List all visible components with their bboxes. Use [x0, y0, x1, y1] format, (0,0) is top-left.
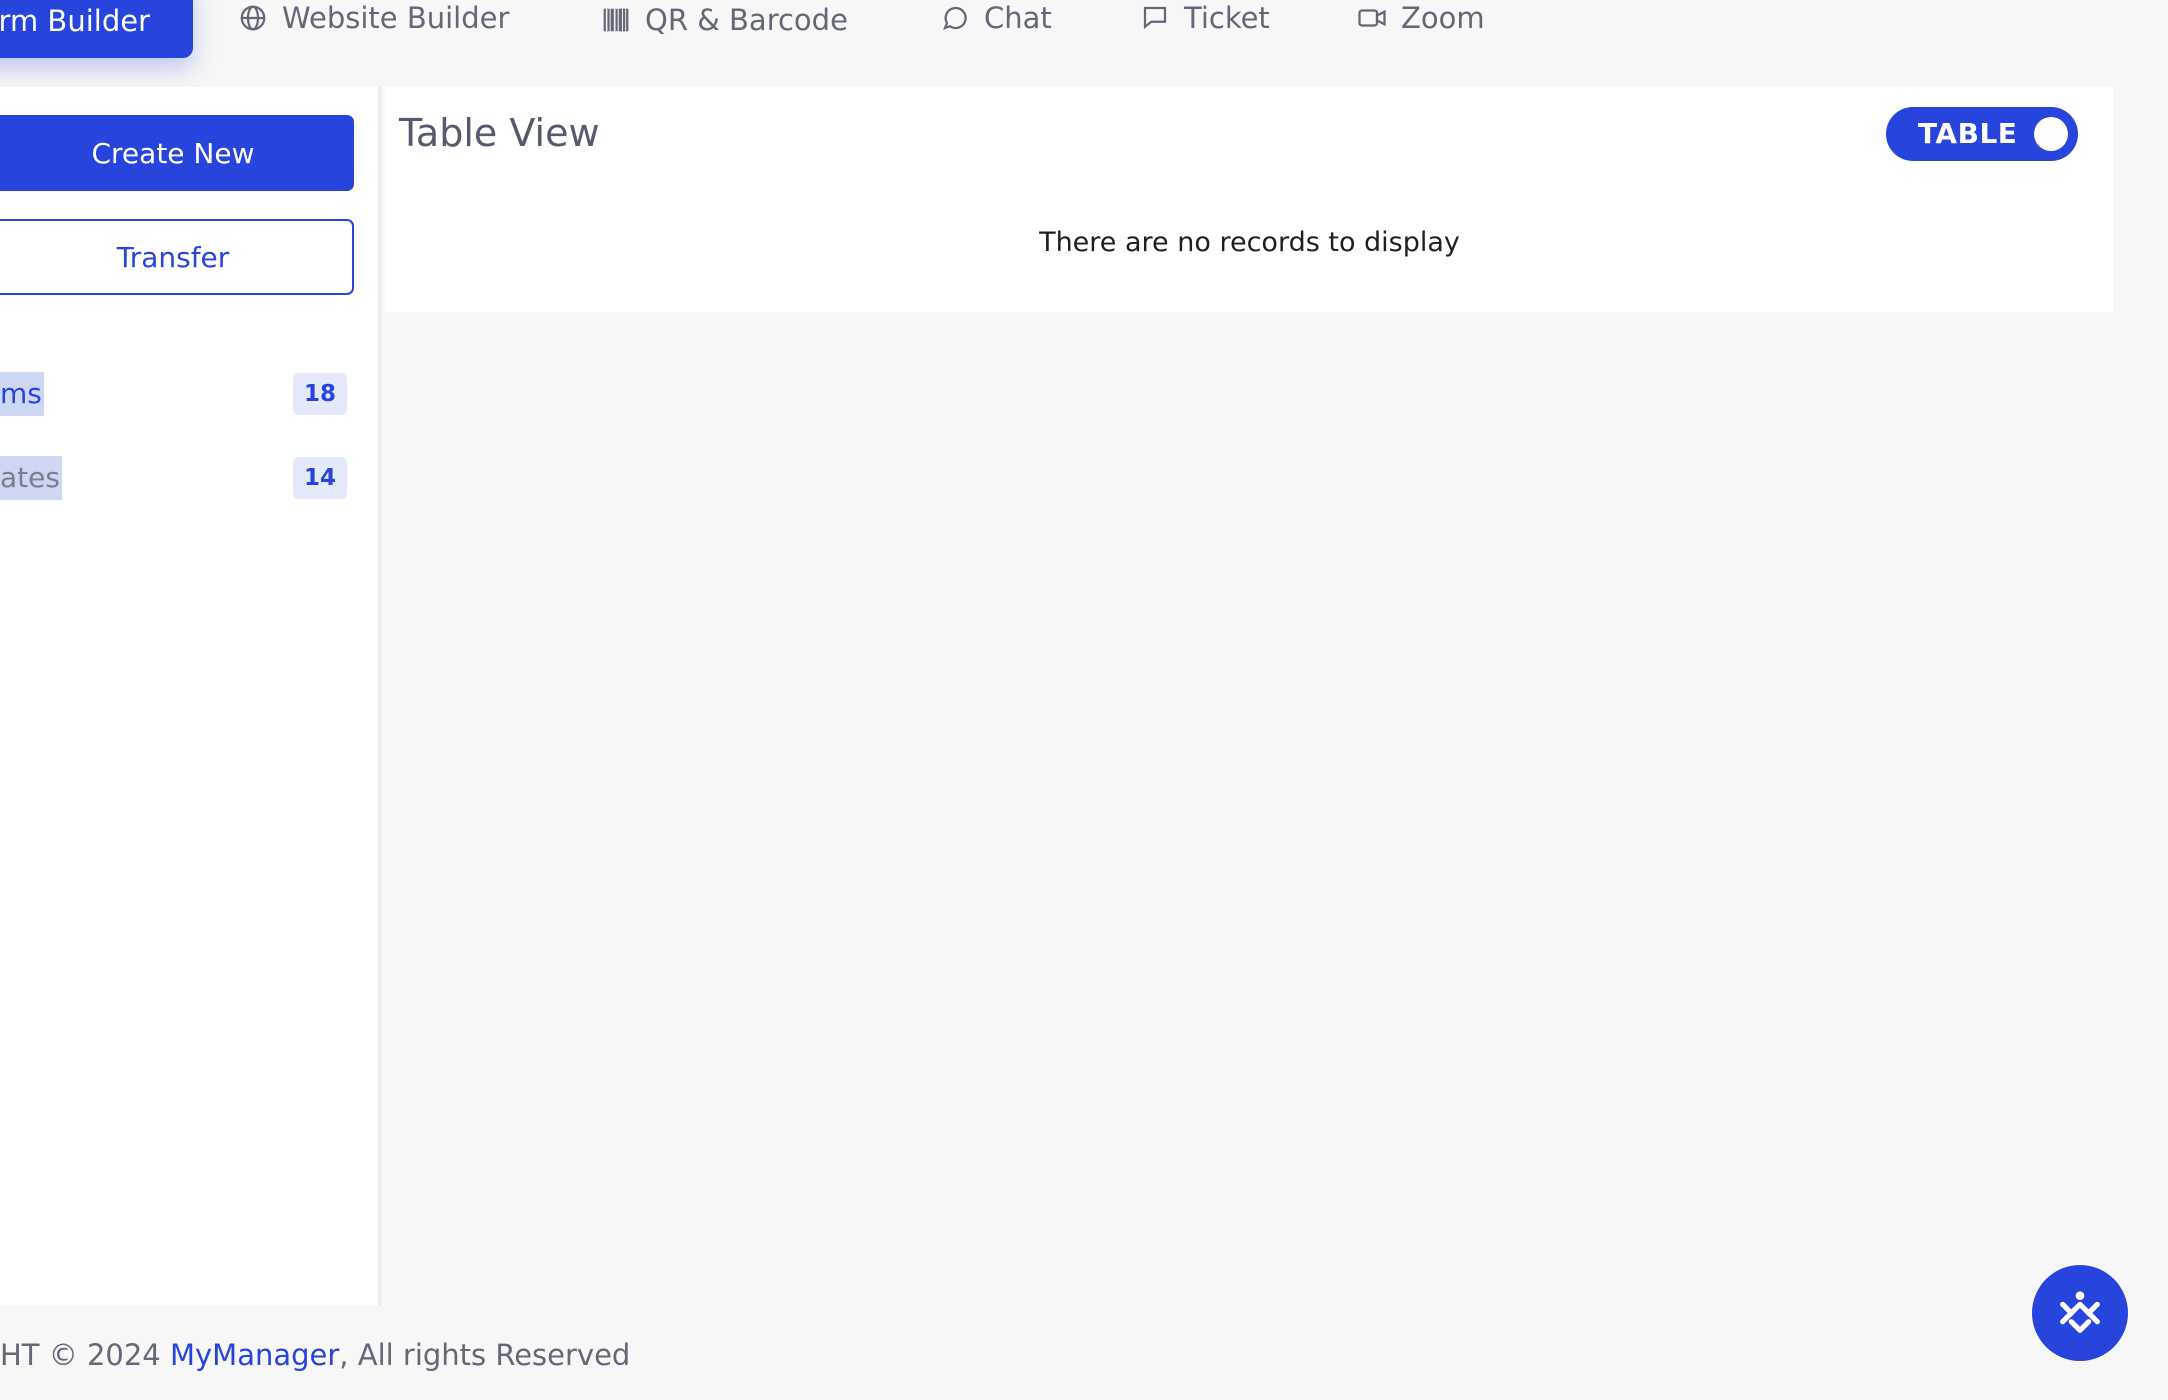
page-title: Table View — [399, 111, 600, 155]
empty-state-message: There are no records to display — [1039, 227, 1460, 258]
count-badge: 14 — [293, 457, 347, 499]
footer: HT © 2024 MyManager, All rights Reserved — [0, 1338, 630, 1378]
nav-item-label: Zoom — [1401, 1, 1485, 35]
table-view-card: Table View TABLE There are no records to… — [386, 87, 2113, 312]
mymanager-logo-icon — [2060, 1291, 2100, 1333]
sidebar-item-label: ms — [0, 372, 44, 416]
video-camera-icon — [1358, 9, 1386, 27]
top-navigation: rm Builder Website Builder QR & Barcode … — [0, 0, 2168, 64]
nav-item-label: rm Builder — [0, 4, 150, 38]
nav-item-label: Chat — [984, 1, 1052, 35]
brand-link[interactable]: MyManager — [170, 1338, 339, 1372]
ticket-icon — [1143, 6, 1167, 30]
create-new-label: Create New — [91, 136, 255, 170]
nav-item-ticket[interactable]: Ticket — [1140, 0, 1270, 36]
nav-item-label: Ticket — [1184, 1, 1270, 35]
view-toggle-label: TABLE — [1918, 117, 2018, 150]
nav-item-zoom[interactable]: Zoom — [1357, 0, 1485, 36]
help-chat-button[interactable] — [2032, 1265, 2128, 1361]
sidebar-item-forms[interactable]: ms 18 — [0, 372, 381, 416]
sidebar-item-label: ates — [0, 456, 62, 500]
nav-item-website-builder[interactable]: Website Builder — [238, 0, 509, 36]
nav-item-qr-barcode[interactable]: QR & Barcode — [601, 2, 848, 38]
chat-icon — [943, 6, 967, 30]
globe-icon — [240, 5, 266, 31]
view-toggle[interactable]: TABLE — [1886, 107, 2078, 161]
barcode-icon — [603, 8, 629, 32]
transfer-label: Transfer — [116, 240, 230, 274]
sidebar: Create New Transfer ms 18 ates 14 — [0, 87, 381, 1305]
nav-item-label: Website Builder — [282, 1, 510, 35]
count-badge: 18 — [293, 373, 347, 415]
transfer-button[interactable]: Transfer — [0, 219, 354, 295]
copyright-text: HT © 2024 — [0, 1338, 170, 1372]
nav-item-form-builder[interactable]: rm Builder — [0, 0, 193, 58]
rights-text: , All rights Reserved — [339, 1338, 631, 1372]
sidebar-item-templates[interactable]: ates 14 — [0, 456, 381, 500]
toggle-knob — [2034, 117, 2068, 151]
create-new-button[interactable]: Create New — [0, 115, 354, 191]
nav-item-label: QR & Barcode — [645, 3, 848, 37]
nav-item-chat[interactable]: Chat — [940, 0, 1052, 36]
